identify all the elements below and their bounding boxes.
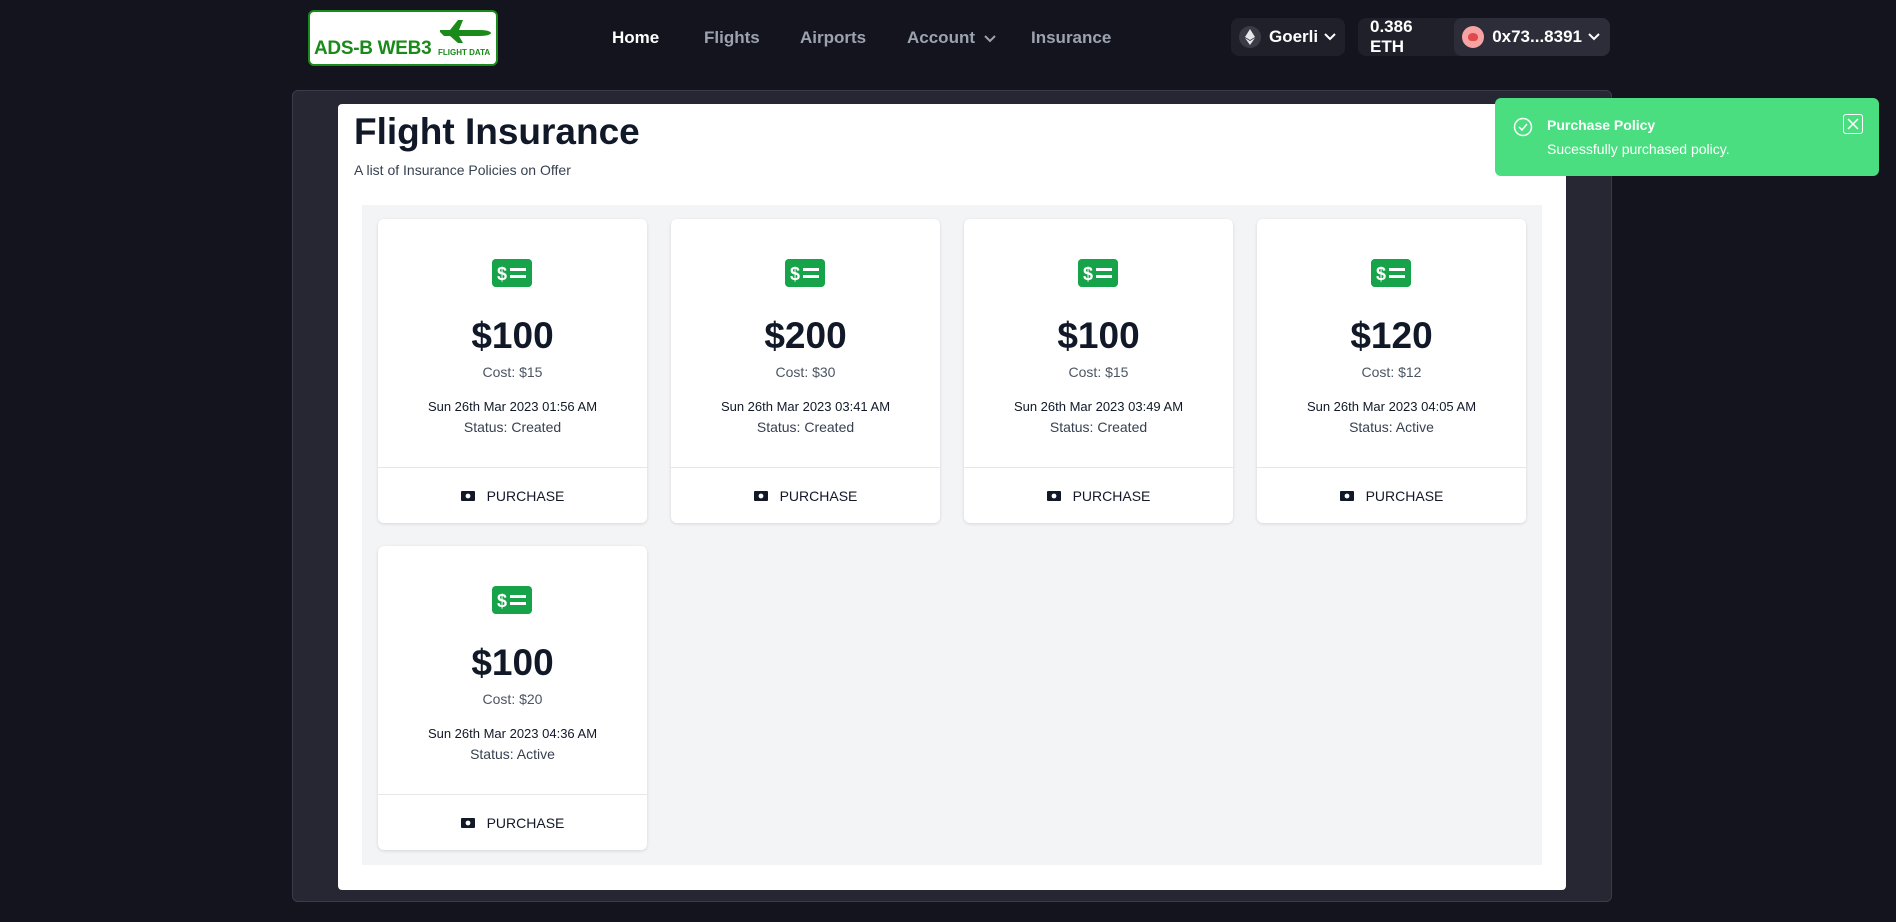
policy-date: Sun 26th Mar 2023 01:56 AM <box>427 399 598 414</box>
cash-icon <box>1046 490 1061 501</box>
purchase-button[interactable]: PURCHASE <box>378 468 647 523</box>
policy-status: Status: Created <box>463 419 562 435</box>
policy-card: $ $100 Cost: $20 Sun 26th Mar 2023 04:36… <box>378 546 647 850</box>
svg-text:$: $ <box>497 591 507 611</box>
svg-text:$: $ <box>1083 264 1093 284</box>
purchase-label: PURCHASE <box>486 487 565 504</box>
chevron-down-icon <box>1324 33 1336 41</box>
svg-text:$: $ <box>1376 264 1386 284</box>
purchase-button[interactable]: PURCHASE <box>378 795 647 850</box>
policy-date: Sun 26th Mar 2023 04:05 AM <box>1306 399 1477 414</box>
logo-text: ADS-B WEB3 <box>314 38 432 59</box>
ethereum-icon <box>1239 26 1261 48</box>
close-button[interactable] <box>1843 114 1863 134</box>
policy-card: $ $200 Cost: $30 Sun 26th Mar 2023 03:41… <box>671 219 940 523</box>
svg-text:$: $ <box>497 264 507 284</box>
coverage-amount: $120 <box>1350 315 1433 356</box>
policy-card: $ $100 Cost: $15 Sun 26th Mar 2023 03:49… <box>964 219 1233 523</box>
purchase-button[interactable]: PURCHASE <box>671 468 940 523</box>
purchase-label: PURCHASE <box>779 487 858 504</box>
coverage-amount: $100 <box>471 315 554 356</box>
purchase-button[interactable]: PURCHASE <box>1257 468 1526 523</box>
policy-date: Sun 26th Mar 2023 04:36 AM <box>427 726 598 741</box>
network-label: Goerli <box>1269 27 1319 46</box>
money-check-icon: $ <box>492 259 532 287</box>
policy-date: Sun 26th Mar 2023 03:49 AM <box>1013 399 1184 414</box>
nav-account-label: Account <box>907 28 975 47</box>
check-circle-icon <box>1513 117 1533 137</box>
policy-status: Status: Active <box>1349 419 1434 435</box>
policy-status: Status: Active <box>470 746 555 762</box>
logo-subtext: FLIGHT DATA <box>438 48 491 57</box>
wallet-address: 0x73...8391 <box>1492 27 1582 46</box>
policy-cost: Cost: $20 <box>482 691 543 707</box>
money-check-icon: $ <box>785 259 825 287</box>
policy-card: $ $100 Cost: $15 Sun 26th Mar 2023 01:56… <box>378 219 647 523</box>
purchase-label: PURCHASE <box>1365 487 1444 504</box>
money-check-icon: $ <box>1371 259 1411 287</box>
policy-status: Status: Created <box>756 419 855 435</box>
money-check-icon: $ <box>1078 259 1118 287</box>
coverage-amount: $200 <box>764 315 847 356</box>
close-icon <box>1847 118 1859 130</box>
chevron-down-icon <box>1588 33 1600 41</box>
policy-card: $ $120 Cost: $12 Sun 26th Mar 2023 04:05… <box>1257 219 1526 523</box>
airplane-icon <box>440 20 491 43</box>
coverage-amount: $100 <box>1057 315 1140 356</box>
wallet-button[interactable]: 0.386 ETH 0x73...8391 <box>1358 17 1610 56</box>
wallet-balance: 0.386 ETH <box>1370 17 1413 56</box>
cash-icon <box>1339 490 1354 501</box>
policy-cost: Cost: $15 <box>482 364 543 380</box>
chevron-down-icon <box>984 35 996 43</box>
nav-home[interactable]: Home <box>612 28 659 48</box>
wallet-address-button[interactable]: 0x73...8391 <box>1454 18 1610 56</box>
nav-insurance[interactable]: Insurance <box>1031 28 1111 48</box>
page-subtitle: A list of Insurance Policies on Offer <box>354 162 571 178</box>
policy-cost: Cost: $15 <box>1068 364 1129 380</box>
network-selector[interactable]: Goerli <box>1231 18 1345 56</box>
toast-title: Purchase Policy <box>1547 117 1656 133</box>
cash-icon <box>460 817 475 828</box>
coverage-amount: $100 <box>471 642 554 683</box>
page-title: Flight Insurance <box>354 111 640 152</box>
policy-cost: Cost: $30 <box>775 364 836 380</box>
purchase-button[interactable]: PURCHASE <box>964 468 1233 523</box>
policy-status: Status: Created <box>1049 419 1148 435</box>
avatar <box>1462 26 1485 48</box>
purchase-label: PURCHASE <box>486 814 565 831</box>
cash-icon <box>460 490 475 501</box>
nav-flights[interactable]: Flights <box>704 28 760 48</box>
svg-text:$: $ <box>790 264 800 284</box>
policy-date: Sun 26th Mar 2023 03:41 AM <box>720 399 891 414</box>
policy-cost: Cost: $12 <box>1361 364 1422 380</box>
toast-message: Sucessfully purchased policy. <box>1547 141 1730 157</box>
logo[interactable]: ADS-B WEB3 FLIGHT DATA <box>308 10 498 66</box>
cash-icon <box>753 490 768 501</box>
nav-airports[interactable]: Airports <box>800 28 866 48</box>
nav-account[interactable]: Account <box>907 28 996 48</box>
toast-notification: Purchase Policy Sucessfully purchased po… <box>1495 98 1879 176</box>
purchase-label: PURCHASE <box>1072 487 1151 504</box>
money-check-icon: $ <box>492 586 532 614</box>
